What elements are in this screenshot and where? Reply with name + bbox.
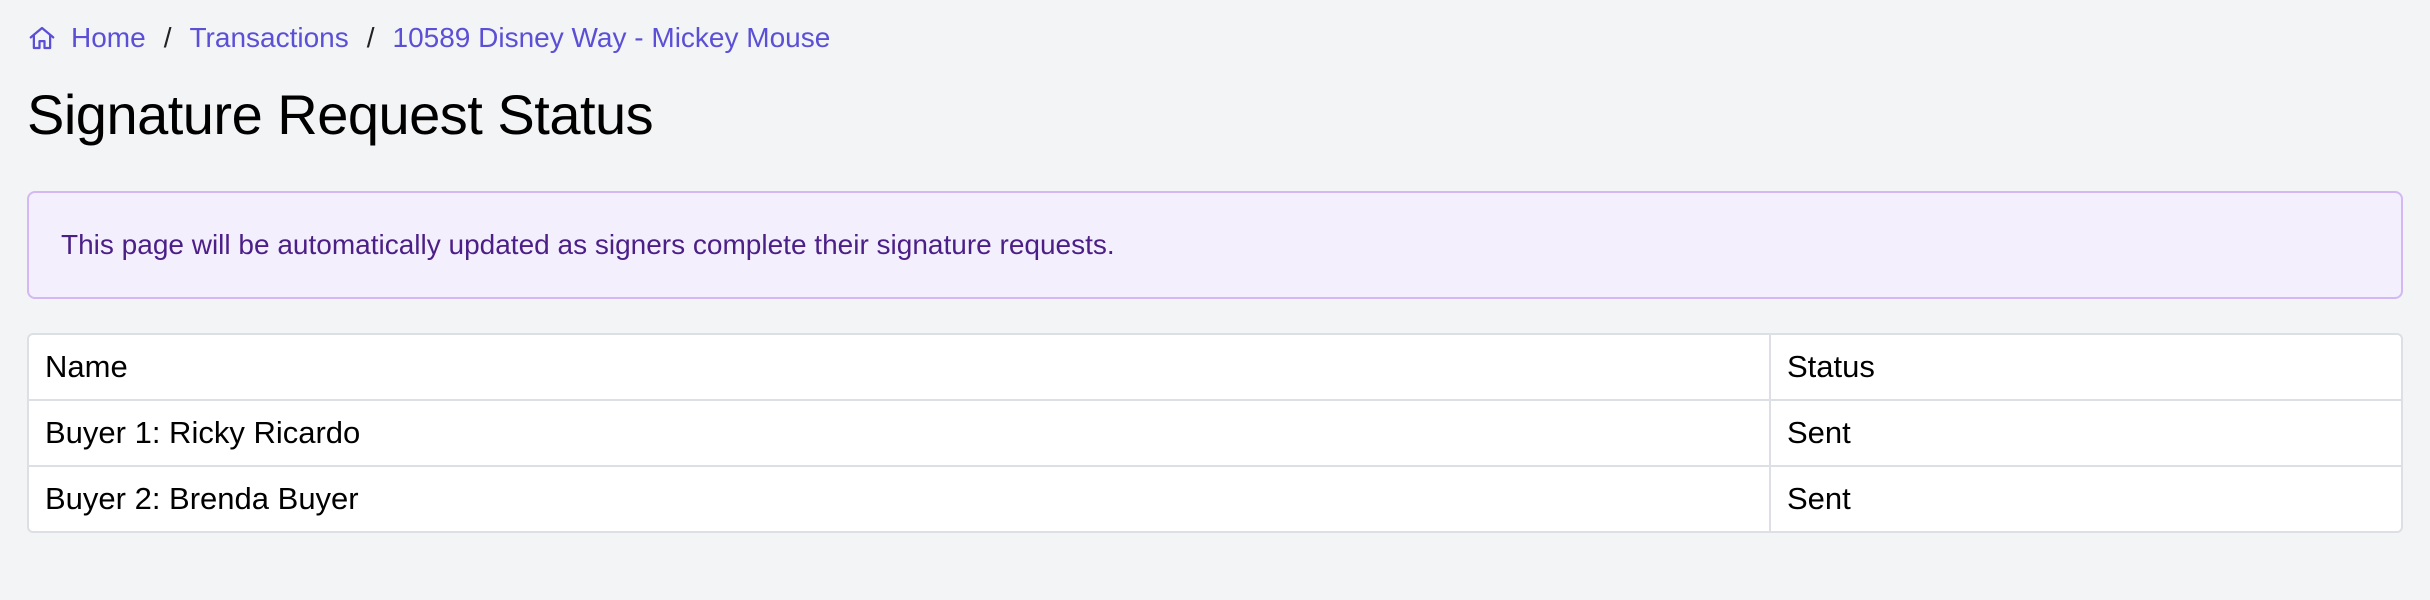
signer-status-cell: Sent (1787, 481, 1851, 516)
column-header-status: Status (1770, 335, 2401, 401)
table-row: Buyer 2: Brenda Buyer Sent (29, 466, 2401, 531)
breadcrumb-home-link[interactable]: Home (71, 22, 146, 54)
signers-table: Name Status Buyer 1: Ricky Ricardo Sent … (27, 333, 2403, 533)
breadcrumb: Home / Transactions / 10589 Disney Way -… (27, 18, 830, 58)
table-row: Buyer 1: Ricky Ricardo Sent (29, 400, 2401, 467)
signer-name-cell: Buyer 2: Brenda Buyer (29, 466, 1771, 531)
breadcrumb-separator: / (366, 22, 375, 53)
home-icon[interactable] (27, 23, 57, 53)
breadcrumb-transactions-link[interactable]: Transactions (189, 22, 348, 54)
column-header-name: Name (29, 335, 1771, 401)
page-title: Signature Request Status (27, 83, 654, 146)
signer-status-cell: Sent (1770, 400, 2401, 467)
breadcrumb-separator: / (163, 22, 172, 53)
signer-name-cell: Buyer 1: Ricky Ricardo (29, 400, 1771, 467)
breadcrumb-transaction-link[interactable]: 10589 Disney Way - Mickey Mouse (393, 22, 831, 54)
notice-text: This page will be automatically updated … (61, 229, 1115, 260)
table-header-row: Name Status (29, 335, 2401, 401)
auto-update-notice: This page will be automatically updated … (27, 191, 2403, 299)
